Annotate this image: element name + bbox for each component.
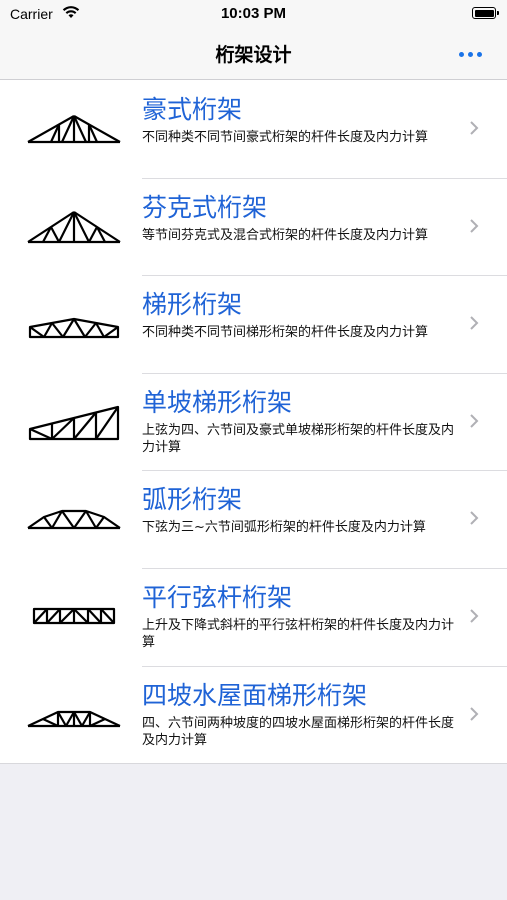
ellipsis-icon (467, 51, 473, 57)
howe-truss-icon (27, 115, 121, 144)
list-item-title: 单坡梯形桁架 (142, 387, 293, 417)
chevron-right-icon (470, 414, 479, 428)
list-item-title: 弧形桁架 (142, 485, 243, 515)
list-item-title: 四坡水屋面梯形桁架 (142, 680, 368, 710)
status-time: 10:03 PM (220, 5, 287, 22)
chevron-right-icon (470, 218, 479, 233)
truss-type-list: 豪式桁架 不同种类不同节间豪式桁架的杆件长度及内力计算 芬克式桁架 等节间芬克式… (0, 80, 507, 765)
navigation-bar: 桁架设计 (0, 28, 507, 80)
parallel-chord-truss-icon (32, 607, 116, 625)
mono-slope-truss-icon (28, 405, 120, 440)
list-item-title: 芬克式桁架 (142, 192, 268, 222)
arched-truss-icon (27, 510, 121, 530)
battery-icon (472, 7, 499, 19)
list-item-title: 梯形桁架 (142, 290, 243, 320)
list-item-title: 平行弦杆桁架 (142, 582, 293, 612)
list-item-description: 下弦为三~六节间弧形桁架的杆件长度及内力计算 (142, 520, 426, 536)
more-options-button[interactable] (452, 42, 488, 66)
list-item-description: 上升及下降式斜杆的平行弦杆桁架的杆件长度及内力计算 (142, 617, 455, 650)
list-item-description: 等节间芬克式及混合式桁架的杆件长度及内力计算 (142, 227, 429, 243)
list-item-description: 上弦为四、六节间及豪式单坡梯形桁架的杆件长度及内力计算 (142, 422, 455, 455)
page-title: 桁架设计 (215, 44, 292, 66)
chevron-right-icon (470, 706, 479, 721)
list-item-howe-truss[interactable]: 豪式桁架 不同种类不同节间豪式桁架的杆件长度及内力计算 (0, 80, 507, 178)
list-item-title: 豪式桁架 (142, 95, 243, 124)
trapezoidal-truss-icon (28, 318, 120, 339)
list-item-parallel-chord-truss[interactable]: 平行弦杆桁架 上升及下降式斜杆的平行弦杆桁架的杆件长度及内力计算 (0, 567, 507, 666)
ellipsis-icon (476, 51, 482, 57)
ellipsis-icon (458, 51, 464, 57)
chevron-right-icon (470, 316, 479, 330)
list-item-description: 不同种类不同节间梯形桁架的杆件长度及内力计算 (142, 325, 429, 341)
list-item-hip-roof-truss[interactable]: 四坡水屋面梯形桁架 四、六节间两种坡度的四坡水屋面梯形桁架的杆件长度及内力计算 (0, 665, 507, 764)
list-item-mono-slope-truss[interactable]: 单坡梯形桁架 上弦为四、六节间及豪式单坡梯形桁架的杆件长度及内力计算 (0, 372, 507, 471)
list-item-fink-truss[interactable]: 芬克式桁架 等节间芬克式及混合式桁架的杆件长度及内力计算 (0, 177, 507, 276)
fink-truss-icon (27, 210, 121, 243)
hip-roof-truss-icon (27, 710, 121, 727)
list-item-arched-truss[interactable]: 弧形桁架 下弦为三~六节间弧形桁架的杆件长度及内力计算 (0, 470, 507, 568)
list-item-trapezoidal-truss[interactable]: 梯形桁架 不同种类不同节间梯形桁架的杆件长度及内力计算 (0, 275, 507, 373)
list-item-description: 四、六节间两种坡度的四坡水屋面梯形桁架的杆件长度及内力计算 (142, 715, 455, 748)
list-item-description: 不同种类不同节间豪式桁架的杆件长度及内力计算 (142, 130, 429, 145)
chevron-right-icon (470, 609, 479, 623)
chevron-right-icon (470, 511, 479, 526)
chevron-right-icon (470, 121, 479, 135)
status-bar: Carrier 10:03 PM (0, 0, 507, 28)
